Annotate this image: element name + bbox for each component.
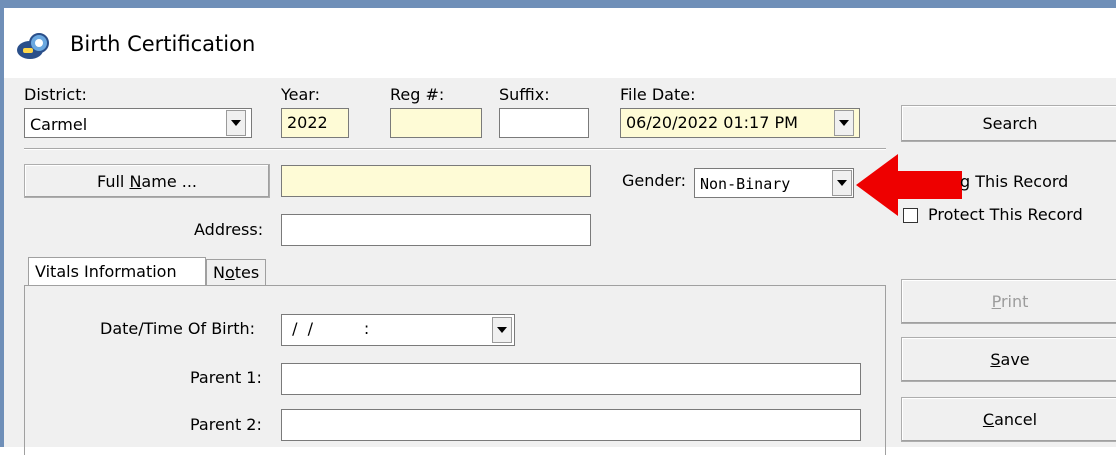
suffix-label: Suffix: bbox=[499, 85, 550, 104]
file-date-picker[interactable]: 06/20/2022 01:17 PM bbox=[620, 108, 860, 138]
file-date-dropdown-button[interactable] bbox=[834, 110, 854, 136]
year-input[interactable]: 2022 bbox=[281, 108, 349, 138]
tab-notes[interactable]: Notes bbox=[206, 259, 267, 285]
save-button[interactable]: Save bbox=[901, 337, 1116, 382]
flag-record-label: g This Record bbox=[960, 172, 1069, 191]
district-select[interactable]: Carmel bbox=[24, 108, 252, 138]
cancel-button[interactable]: Cancel bbox=[901, 397, 1116, 442]
district-value: Carmel bbox=[30, 115, 88, 134]
gender-label: Gender: bbox=[622, 171, 687, 190]
parent-1-label: Parent 1: bbox=[190, 368, 262, 387]
full-name-input[interactable] bbox=[281, 165, 591, 197]
print-button-label: Print bbox=[991, 292, 1029, 311]
year-label: Year: bbox=[281, 85, 320, 104]
tab-notes-label: Notes bbox=[213, 263, 260, 282]
parent-1-input[interactable] bbox=[281, 363, 861, 395]
header-divider bbox=[24, 148, 886, 150]
cancel-button-label: Cancel bbox=[982, 410, 1038, 429]
chevron-down-icon bbox=[497, 327, 507, 333]
tab-vitals-information[interactable]: Vitals Information bbox=[28, 257, 206, 285]
gender-select[interactable]: Non-Binary bbox=[694, 168, 854, 198]
tab-vitals-label: Vitals Information bbox=[35, 262, 177, 281]
year-value: 2022 bbox=[287, 113, 328, 132]
search-button[interactable]: Search bbox=[901, 105, 1116, 142]
full-name-button[interactable]: Full Name ... bbox=[24, 164, 270, 198]
suffix-input[interactable] bbox=[499, 108, 589, 138]
pacifier-icon bbox=[14, 30, 54, 62]
window-title: Birth Certification bbox=[70, 32, 256, 56]
search-button-label: Search bbox=[982, 114, 1038, 133]
address-input[interactable] bbox=[281, 214, 591, 246]
file-date-value: 06/20/2022 01:17 PM bbox=[626, 113, 798, 132]
dob-label: Date/Time Of Birth: bbox=[100, 319, 255, 338]
form-client-area: District: Year: Reg #: Suffix: File Date… bbox=[4, 78, 1116, 455]
gender-value: Non-Binary bbox=[700, 175, 791, 193]
parent-2-label: Parent 2: bbox=[190, 415, 262, 434]
chevron-down-icon bbox=[837, 180, 847, 186]
reg-number-label: Reg #: bbox=[390, 85, 445, 104]
address-label: Address: bbox=[194, 220, 264, 239]
file-date-label: File Date: bbox=[620, 85, 696, 104]
save-button-label: Save bbox=[990, 350, 1030, 369]
full-name-button-label: Full Name ... bbox=[97, 171, 197, 191]
dob-value: / / : bbox=[287, 319, 370, 338]
gender-dropdown-button[interactable] bbox=[832, 170, 852, 196]
protect-record-label: Protect This Record bbox=[928, 205, 1083, 224]
reg-number-input[interactable] bbox=[390, 108, 482, 138]
chevron-down-icon bbox=[839, 120, 849, 126]
parent-2-input[interactable] bbox=[281, 409, 861, 441]
print-button[interactable]: Print bbox=[901, 279, 1116, 324]
dob-dropdown-button[interactable] bbox=[492, 317, 512, 343]
window-top-border bbox=[0, 0, 1116, 8]
protect-record-checkbox[interactable] bbox=[903, 208, 918, 223]
district-dropdown-button[interactable] bbox=[226, 110, 246, 136]
district-label: District: bbox=[24, 85, 87, 104]
chevron-down-icon bbox=[231, 120, 241, 126]
dob-input[interactable]: / / : bbox=[281, 314, 515, 346]
